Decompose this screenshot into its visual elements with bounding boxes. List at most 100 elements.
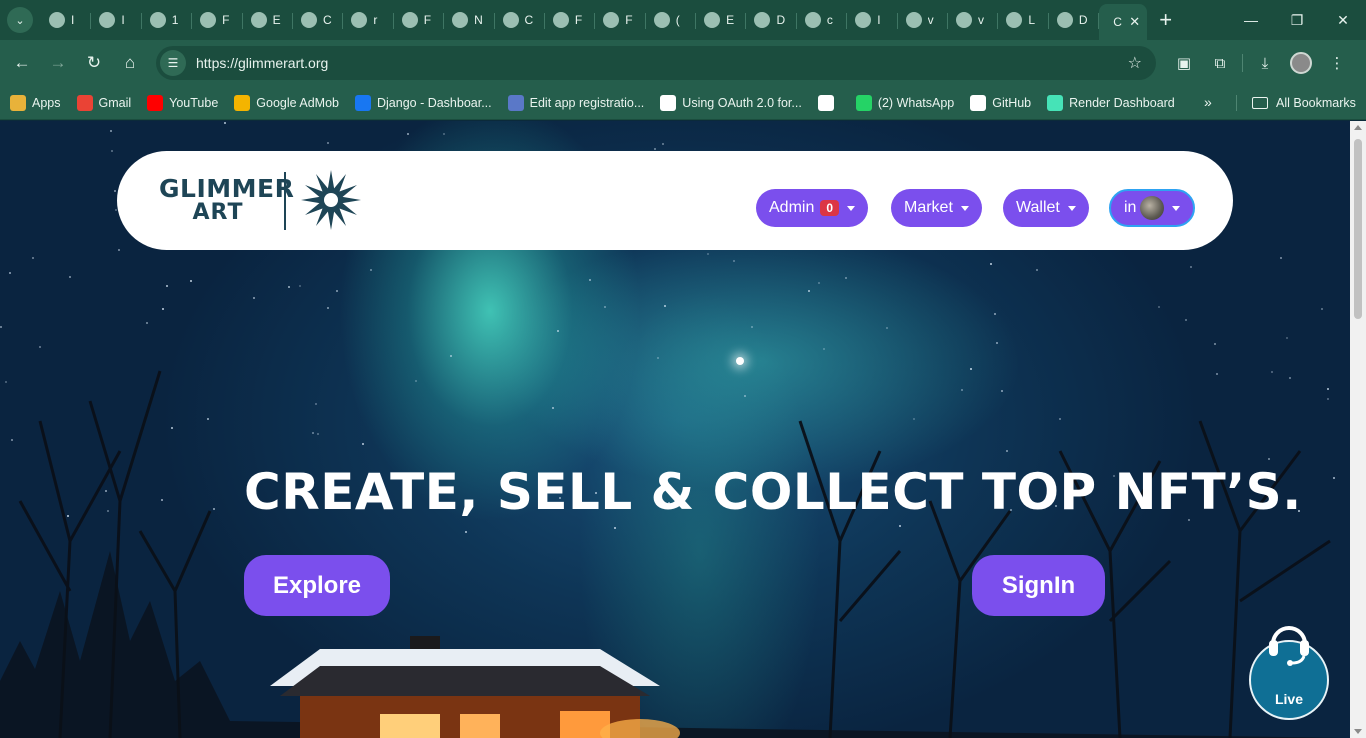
more-vertical-icon: ⋮ — [1329, 55, 1345, 72]
apps-icon — [10, 94, 26, 111]
bookmark-item[interactable]: (2) WhatsApp — [855, 94, 954, 111]
toolbar-actions: ▣ ⧉ ⤓ ⋮ — [1166, 40, 1355, 86]
scroll-down-arrow[interactable] — [1354, 729, 1362, 734]
app-icon — [200, 12, 217, 28]
scroll-up-arrow[interactable] — [1354, 125, 1362, 130]
explore-button[interactable]: Explore — [244, 555, 390, 616]
wallet-dropdown[interactable]: Wallet — [1003, 189, 1089, 227]
page-scrollbar[interactable] — [1350, 121, 1366, 738]
browser-tab[interactable]: F — [545, 4, 596, 36]
address-bar[interactable]: ☰ https://glimmerart.org ☆ — [156, 46, 1156, 80]
browser-tab-bar: ⌄ I I 1 F E Cr F N C F F(E Dc Iv v L D C ✕ + — ❐ ✕ — [0, 0, 1366, 40]
browser-tab[interactable]: ( — [646, 4, 697, 36]
live-chat-widget[interactable]: Live — [1248, 616, 1330, 726]
browser-tab[interactable]: L — [998, 4, 1050, 36]
flag-icon — [99, 12, 116, 28]
tab-title: C — [1113, 15, 1122, 29]
browser-tab[interactable]: I — [41, 4, 92, 36]
all-bookmarks-button[interactable]: All Bookmarks — [1252, 86, 1356, 120]
bookmark-label: GitHub — [992, 95, 1032, 110]
logo-wordmark: GLIMMER ART — [159, 174, 295, 224]
tab-search-button[interactable]: ⌄ — [7, 7, 33, 33]
extensions-button[interactable]: ⧉ — [1202, 45, 1238, 81]
bookmark-item[interactable]: Apps — [10, 94, 61, 111]
market-dropdown[interactable]: Market — [891, 189, 982, 227]
reload-button[interactable]: ↻ — [76, 45, 112, 81]
bookmark-item[interactable]: YouTube — [147, 94, 218, 111]
cast-button[interactable]: ▣ — [1166, 45, 1202, 81]
site-info-button[interactable]: ☰ — [160, 50, 186, 76]
profile-dropdown[interactable]: in — [1109, 189, 1196, 227]
bookmark-label: Django - Dashboar... — [376, 95, 492, 110]
link-icon — [603, 12, 620, 28]
flag-icon — [552, 12, 569, 28]
arrow-left-icon: ← — [13, 53, 31, 72]
bookmark-item[interactable]: Using OAuth 2.0 for... — [660, 94, 802, 111]
bookmark-item[interactable]: Render Dashboard — [1047, 94, 1175, 111]
browser-tab[interactable]: F — [192, 4, 243, 36]
downloads-button[interactable]: ⤓ — [1247, 45, 1283, 81]
bookmark-item[interactable]: Django - Dashboar... — [354, 94, 492, 111]
signin-button[interactable]: SignIn — [972, 555, 1105, 616]
bookmark-item[interactable] — [817, 94, 840, 111]
app-icon — [149, 12, 166, 28]
browser-tab[interactable]: E — [696, 4, 747, 36]
github-icon — [970, 94, 987, 111]
tab-title: v — [927, 13, 934, 27]
forward-button[interactable]: → — [40, 45, 76, 81]
browser-tab[interactable]: r — [343, 4, 395, 36]
tab-title: v — [978, 13, 985, 27]
tab-strip: I I 1 F E Cr F N C F F(E Dc Iv v L D C ✕ — [41, 0, 1148, 40]
admin-dropdown[interactable]: Admin 0 — [756, 189, 869, 227]
youtube-icon — [147, 94, 164, 111]
browser-tab[interactable]: D — [1049, 4, 1100, 36]
tab-title: C — [322, 13, 332, 27]
browser-menu-button[interactable]: ⋮ — [1319, 45, 1355, 81]
tab-title: N — [474, 13, 483, 27]
site-logo[interactable]: GLIMMER ART — [159, 168, 369, 232]
close-tab-icon[interactable]: ✕ — [1129, 14, 1140, 30]
browser-tab[interactable]: v — [898, 4, 949, 36]
browser-tab[interactable]: I — [847, 4, 899, 36]
home-icon: ⌂ — [124, 53, 136, 72]
new-tab-button[interactable]: + — [1159, 7, 1172, 33]
browser-tab[interactable]: 1 — [142, 4, 193, 36]
browser-tab[interactable]: D — [746, 4, 798, 36]
bookmark-item[interactable]: Edit app registratio... — [507, 94, 644, 111]
bookmark-label: Apps — [32, 95, 61, 110]
restore-button[interactable]: ❐ — [1274, 0, 1320, 40]
browser-tab[interactable]: C — [293, 4, 344, 36]
close-window-button[interactable]: ✕ — [1320, 0, 1366, 40]
browser-tab[interactable]: E — [243, 4, 294, 36]
tab-title: I — [121, 13, 125, 27]
bookmarks-overflow-button[interactable]: » — [1204, 94, 1212, 110]
market-label: Market — [904, 199, 953, 216]
back-button[interactable]: ← — [4, 45, 40, 81]
browser-tab[interactable]: I — [91, 4, 143, 36]
active-browser-tab[interactable]: C ✕ — [1099, 4, 1148, 40]
browser-tab[interactable]: N — [444, 4, 495, 36]
scrollbar-thumb[interactable] — [1354, 139, 1362, 319]
caret-down-icon — [960, 205, 969, 211]
browser-tab[interactable]: v — [948, 4, 999, 36]
logo-divider — [284, 172, 286, 230]
tune-icon: ☰ — [167, 56, 179, 70]
browser-tab[interactable]: c — [797, 4, 848, 36]
browser-tab[interactable]: C — [495, 4, 546, 36]
bookmark-item[interactable]: Google AdMob — [234, 94, 339, 111]
globe-icon — [452, 12, 469, 28]
browser-tab[interactable]: F — [394, 4, 445, 36]
logo-line1: GLIMMER — [159, 174, 295, 203]
whatsapp-icon — [653, 12, 670, 28]
browser-tab[interactable]: F — [595, 4, 647, 36]
url-text[interactable]: https://glimmerart.org — [196, 55, 328, 71]
tab-title: ( — [675, 13, 680, 27]
bookmark-item[interactable]: Gmail — [76, 94, 131, 111]
bookmark-item[interactable]: GitHub — [970, 94, 1032, 111]
loading-icon — [956, 12, 973, 28]
home-button[interactable]: ⌂ — [112, 45, 148, 81]
profile-button[interactable] — [1283, 45, 1319, 81]
chevron-down-icon: ⌄ — [15, 14, 25, 27]
minimize-button[interactable]: — — [1228, 0, 1274, 40]
bookmark-star-icon[interactable]: ☆ — [1128, 53, 1142, 73]
